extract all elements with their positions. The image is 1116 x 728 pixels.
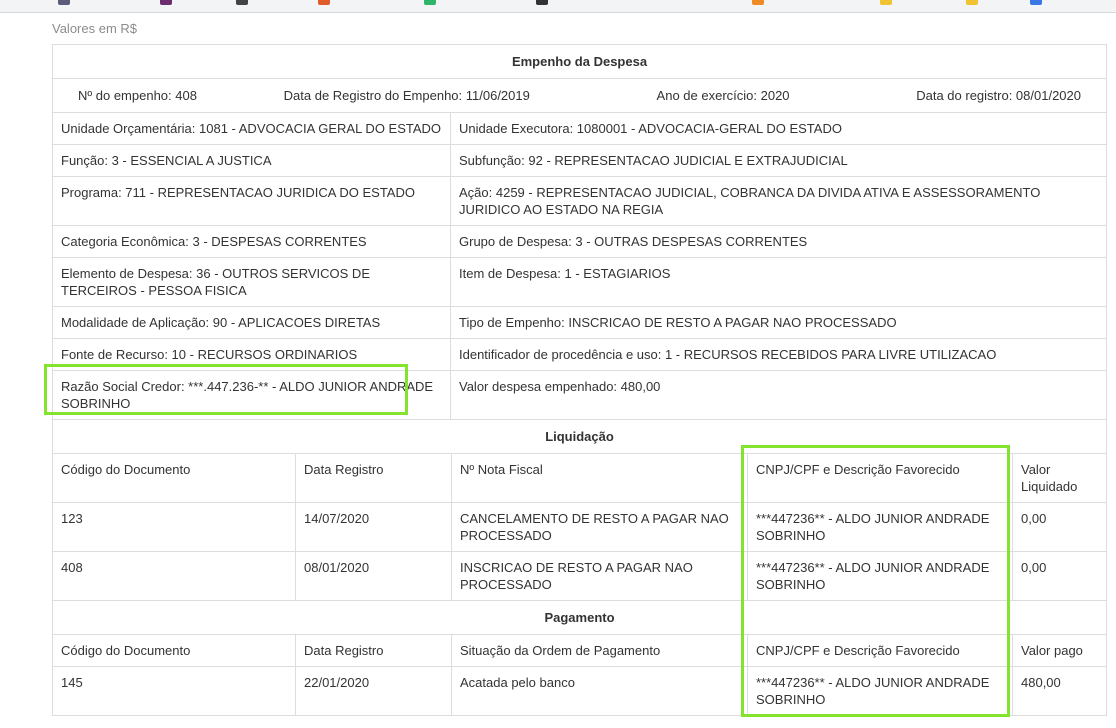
invoice-number: INSCRICAO DE RESTO A PAGAR NAO PROCESSAD… <box>451 551 748 601</box>
col-header-paid-value: Valor pago <box>1012 634 1107 667</box>
table-row: 408 08/01/2020 INSCRICAO DE RESTO A PAGA… <box>52 551 1107 601</box>
document-code: 123 <box>52 502 296 552</box>
beneficiary: ***447236** - ALDO JUNIOR ANDRADE SOBRIN… <box>747 666 1013 716</box>
expense-item: Item de Despesa: 1 - ESTAGIARIOS <box>449 257 1108 307</box>
committed-amount: Valor despesa empenhado: 480,00 <box>449 370 1108 420</box>
col-header-document-code: Código do Documento <box>52 634 296 667</box>
record-date: Data do registro: 08/01/2020 <box>916 88 1081 103</box>
origin-identifier: Identificador de procedência e uso: 1 - … <box>449 338 1108 371</box>
liquidated-value: 0,00 <box>1012 502 1107 552</box>
resource-source: Fonte de Recurso: 10 - RECURSOS ORDINARI… <box>52 338 451 371</box>
col-header-liquidated-value: Valor Liquidado <box>1012 453 1107 503</box>
document-code: 145 <box>52 666 296 716</box>
bookmark-icon[interactable] <box>58 0 70 5</box>
creditor-name: Razão Social Credor: ***.447.236-** - AL… <box>52 370 451 420</box>
registration-date: 08/01/2020 <box>295 551 452 601</box>
bookmark-icon[interactable] <box>318 0 330 5</box>
bookmark-icon[interactable] <box>536 0 548 5</box>
executing-unit: Unidade Executora: 1080001 - ADVOCACIA-G… <box>449 112 1108 145</box>
liquidacao-table: Liquidação Código do Documento Data Regi… <box>52 419 1107 716</box>
registration-date: 14/07/2020 <box>295 502 452 552</box>
beneficiary: ***447236** - ALDO JUNIOR ANDRADE SOBRIN… <box>747 551 1013 601</box>
col-header-registration-date: Data Registro <box>295 453 452 503</box>
browser-bookmarks-strip <box>0 0 1116 13</box>
bookmark-icon[interactable] <box>236 0 248 5</box>
bookmark-icon[interactable] <box>880 0 892 5</box>
table-row: 123 14/07/2020 CANCELAMENTO DE RESTO A P… <box>52 502 1107 552</box>
col-header-invoice-number: Nº Nota Fiscal <box>451 453 748 503</box>
invoice-number: CANCELAMENTO DE RESTO A PAGAR NAO PROCES… <box>451 502 748 552</box>
empenho-summary: Nº do empenho: 408 Data de Registro do E… <box>51 78 1108 113</box>
col-header-registration-date: Data Registro <box>295 634 452 667</box>
function: Função: 3 - ESSENCIAL A JUSTICA <box>52 144 451 177</box>
payment-status: Acatada pelo banco <box>451 666 748 716</box>
bookmark-icon[interactable] <box>424 0 436 5</box>
paid-value: 480,00 <box>1012 666 1107 716</box>
empenho-title: Empenho da Despesa <box>51 44 1108 79</box>
empenho-table: Empenho da Despesa Nº do empenho: 408 Da… <box>51 44 1108 420</box>
liquidacao-title: Liquidação <box>52 419 1107 454</box>
expense-element: Elemento de Despesa: 36 - OUTROS SERVICO… <box>52 257 451 307</box>
empenho-registration-date: Data de Registro do Empenho: 11/06/2019 <box>283 88 530 103</box>
program: Programa: 711 - REPRESENTACAO JURIDICA D… <box>52 176 451 226</box>
registration-date: 22/01/2020 <box>295 666 452 716</box>
empenho-type: Tipo de Empenho: INSCRICAO DE RESTO A PA… <box>449 306 1108 339</box>
beneficiary: ***447236** - ALDO JUNIOR ANDRADE SOBRIN… <box>747 502 1013 552</box>
subfunction: Subfunção: 92 - REPRESENTACAO JUDICIAL E… <box>449 144 1108 177</box>
fiscal-year: Ano de exercício: 2020 <box>656 88 790 103</box>
budget-unit: Unidade Orçamentária: 1081 - ADVOCACIA G… <box>52 112 451 145</box>
expense-group: Grupo de Despesa: 3 - OUTRAS DESPESAS CO… <box>449 225 1108 258</box>
table-row: 145 22/01/2020 Acatada pelo banco ***447… <box>52 666 1107 716</box>
action: Ação: 4259 - REPRESENTACAO JUDICIAL, COB… <box>449 176 1108 226</box>
col-header-document-code: Código do Documento <box>52 453 296 503</box>
empenho-number: Nº do empenho: 408 <box>78 88 197 103</box>
values-caption: Valores em R$ <box>52 21 138 36</box>
bookmark-icon[interactable] <box>160 0 172 5</box>
col-header-beneficiary: CNPJ/CPF e Descrição Favorecido <box>747 634 1013 667</box>
application-modality: Modalidade de Aplicação: 90 - APLICACOES… <box>52 306 451 339</box>
col-header-payment-status: Situação da Ordem de Pagamento <box>451 634 748 667</box>
report-container: Empenho da Despesa Nº do empenho: 408 Da… <box>51 44 1108 716</box>
bookmark-icon[interactable] <box>752 0 764 5</box>
bookmark-icon[interactable] <box>1030 0 1042 5</box>
economic-category: Categoria Econômica: 3 - DESPESAS CORREN… <box>52 225 451 258</box>
document-code: 408 <box>52 551 296 601</box>
liquidated-value: 0,00 <box>1012 551 1107 601</box>
col-header-beneficiary: CNPJ/CPF e Descrição Favorecido <box>747 453 1013 503</box>
bookmark-icon[interactable] <box>966 0 978 5</box>
pagamento-title: Pagamento <box>52 600 1107 635</box>
